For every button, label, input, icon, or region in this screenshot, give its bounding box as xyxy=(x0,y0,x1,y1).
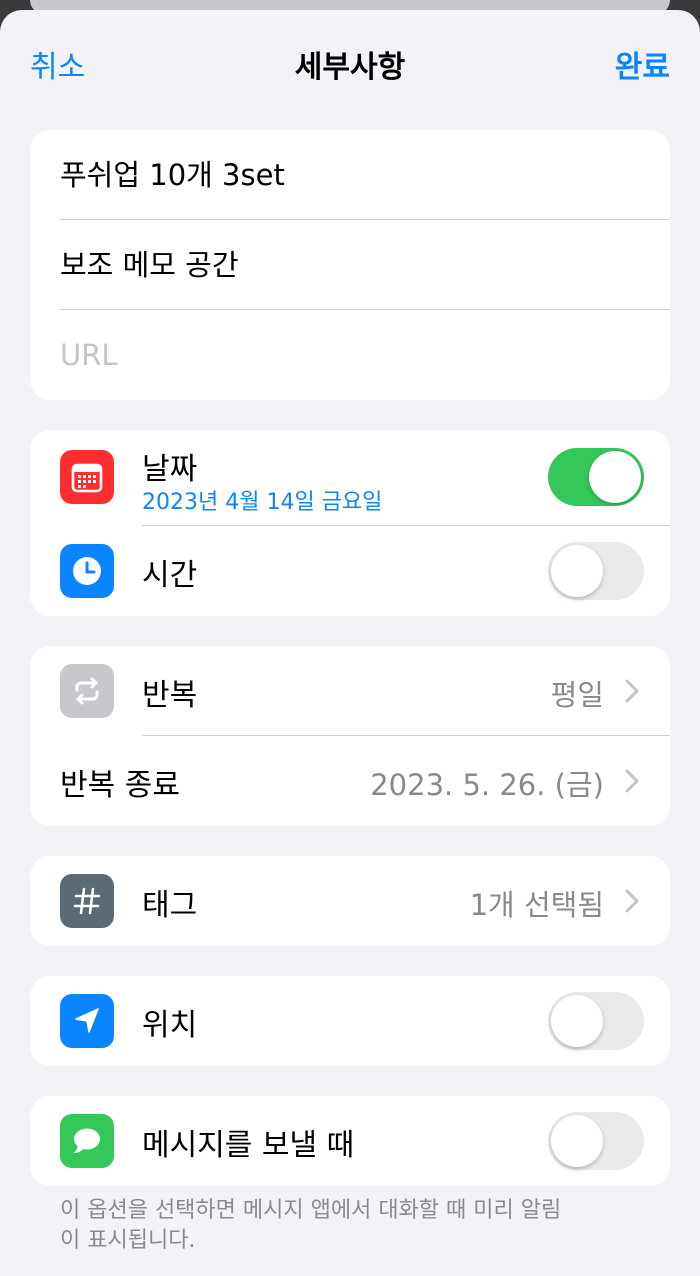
tags-row[interactable]: 태그 1개 선택됨 xyxy=(30,856,670,946)
date-row[interactable]: 날짜 2023년 4월 14일 금요일 xyxy=(30,430,670,526)
messaging-card: 메시지를 보낼 때 xyxy=(30,1096,670,1186)
repeat-value: 평일 xyxy=(550,678,604,712)
toggle-knob xyxy=(551,1115,603,1167)
calendar-icon xyxy=(60,450,114,504)
time-row[interactable]: 시간 xyxy=(30,526,670,616)
title-row[interactable]: 푸쉬업 10개 3set xyxy=(30,130,670,220)
messaging-row[interactable]: 메시지를 보낼 때 xyxy=(30,1096,670,1186)
chevron-right-icon xyxy=(625,889,639,913)
tags-card: 태그 1개 선택됨 xyxy=(30,856,670,946)
repeat-end-row[interactable]: 반복 종료 2023. 5. 26. (금) xyxy=(30,736,670,826)
tags-label: 태그 xyxy=(142,888,198,923)
toggle-knob xyxy=(551,545,603,597)
done-button[interactable]: 완료 xyxy=(615,42,670,86)
toggle-knob xyxy=(551,995,603,1047)
repeat-label: 반복 xyxy=(142,678,198,713)
url-field[interactable]: URL xyxy=(60,310,118,400)
page-title: 세부사항 xyxy=(294,50,406,85)
repeat-row[interactable]: 반복 평일 xyxy=(30,646,670,736)
time-label: 시간 xyxy=(142,558,198,593)
hashtag-icon xyxy=(60,874,114,928)
messaging-label: 메시지를 보낼 때 xyxy=(142,1128,355,1163)
time-toggle[interactable] xyxy=(548,542,644,600)
tags-value: 1개 선택됨 xyxy=(469,888,604,922)
location-card: 위치 xyxy=(30,976,670,1066)
notes-field[interactable]: 보조 메모 공간 xyxy=(60,220,239,310)
location-arrow-icon xyxy=(60,994,114,1048)
notes-row[interactable]: 보조 메모 공간 xyxy=(30,220,670,310)
chevron-right-icon xyxy=(625,679,639,703)
url-row[interactable]: URL xyxy=(30,310,670,400)
repeat-end-value: 2023. 5. 26. (금) xyxy=(370,768,604,802)
details-card: 푸쉬업 10개 3set 보조 메모 공간 URL xyxy=(30,130,670,400)
clock-icon xyxy=(60,544,114,598)
repeat-card: 반복 평일 반복 종료 2023. 5. 26. (금) xyxy=(30,646,670,826)
title-field[interactable]: 푸쉬업 10개 3set xyxy=(60,130,285,220)
location-row[interactable]: 위치 xyxy=(30,976,670,1066)
details-sheet: 취소 세부사항 완료 푸쉬업 10개 3set 보조 메모 공간 URL 날짜 … xyxy=(0,10,700,1276)
date-time-card: 날짜 2023년 4월 14일 금요일 시간 xyxy=(30,430,670,616)
location-label: 위치 xyxy=(142,1008,198,1043)
location-toggle[interactable] xyxy=(548,992,644,1050)
date-label: 날짜 xyxy=(142,452,198,487)
messaging-toggle[interactable] xyxy=(548,1112,644,1170)
date-value[interactable]: 2023년 4월 14일 금요일 xyxy=(142,484,382,516)
repeat-end-label: 반복 종료 xyxy=(60,768,180,803)
navigation-bar: 취소 세부사항 완료 xyxy=(0,10,700,114)
date-toggle[interactable] xyxy=(548,448,644,506)
repeat-icon xyxy=(60,664,114,718)
messaging-footnote: 이 옵션을 선택하면 메시지 앱에서 대화할 때 미리 알림이 표시됩니다. xyxy=(60,1198,562,1253)
chevron-right-icon xyxy=(625,769,639,793)
toggle-knob xyxy=(589,451,641,503)
message-bubble-icon xyxy=(60,1114,114,1168)
